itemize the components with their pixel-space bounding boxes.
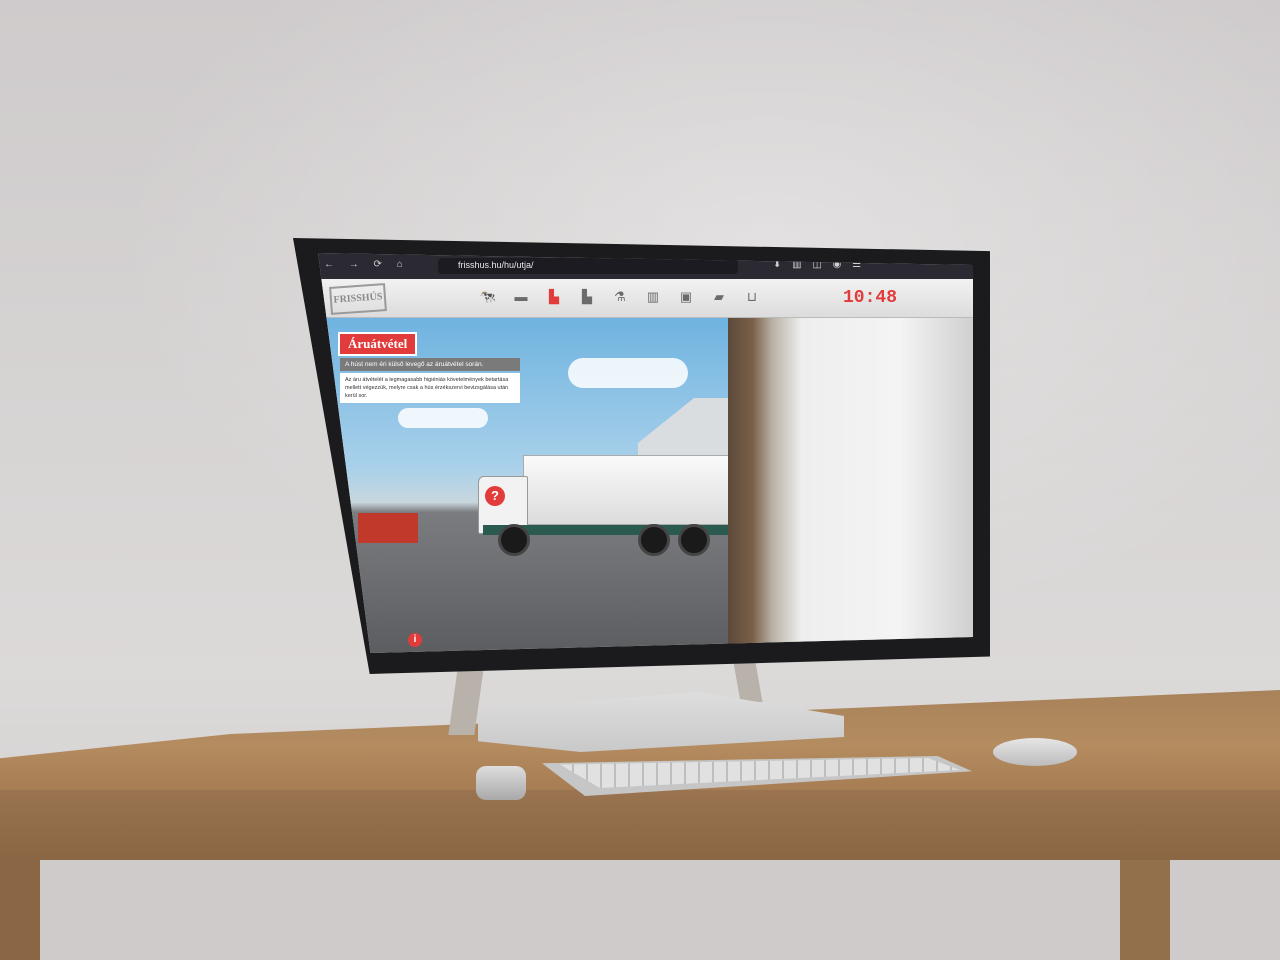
desk-leg-right: [1120, 860, 1170, 960]
site-navigation: FRISSHÚS 🐄 ▬ ▙ ▙ ⚗ ▥ ▣ ▰ ⊔ 10:48: [318, 279, 973, 318]
monitor-screen: ← → ⟳ ⌂ frisshus.hu/hu/utja/ ⬇ ▥ ◫ ◉ ☰ F…: [318, 253, 973, 653]
basket-icon[interactable]: ⊔: [742, 288, 762, 306]
hotspot-question-icon[interactable]: ?: [485, 486, 505, 506]
truck-loading-scene: ? Áruátvétel A húst nem éri külső levegő…: [318, 318, 973, 653]
clock: 10:48: [843, 288, 898, 308]
page-title: Áruátvétel: [338, 332, 418, 356]
microscope-icon[interactable]: ⚗: [610, 288, 630, 306]
desk-gap-right: [1170, 860, 1280, 960]
site-logo[interactable]: FRISSHÚS: [329, 283, 387, 315]
info-icon[interactable]: i: [408, 633, 422, 647]
truck-icon[interactable]: ▬: [511, 288, 531, 306]
factory-icon[interactable]: ▙: [577, 288, 597, 306]
cold-storage-door: [728, 318, 973, 653]
mouse: [993, 738, 1077, 766]
truck-wheel: [678, 524, 710, 556]
truck-wheel: [638, 524, 670, 556]
browser-nav-icons[interactable]: ← → ⟳ ⌂: [324, 259, 409, 270]
cloud: [568, 358, 688, 388]
description-text: Az áru átvételét a legmagasabb higiéniás…: [340, 373, 520, 403]
factory-active-icon[interactable]: ▙: [544, 288, 564, 306]
truck-box: [523, 455, 745, 525]
desk-leg-left: [0, 860, 40, 960]
packaging-icon[interactable]: ▥: [643, 288, 663, 306]
cow-icon[interactable]: 🐄: [478, 288, 498, 306]
address-bar[interactable]: frisshus.hu/hu/utja/: [438, 258, 738, 274]
cloud: [398, 408, 488, 428]
delivery-truck-icon[interactable]: ▰: [709, 288, 729, 306]
truck-wheel: [498, 524, 530, 556]
step-icons: 🐄 ▬ ▙ ▙ ⚗ ▥ ▣ ▰ ⊔: [478, 288, 762, 306]
box-icon[interactable]: ▣: [676, 288, 696, 306]
red-barrier: [358, 513, 418, 543]
subtitle: A húst nem éri külső levegő az áruátvéte…: [340, 358, 520, 371]
desk-front: [0, 790, 1280, 860]
desk-gap: [40, 860, 1120, 960]
surface-dial: [476, 766, 526, 800]
url-text: frisshus.hu/hu/utja/: [458, 260, 534, 270]
